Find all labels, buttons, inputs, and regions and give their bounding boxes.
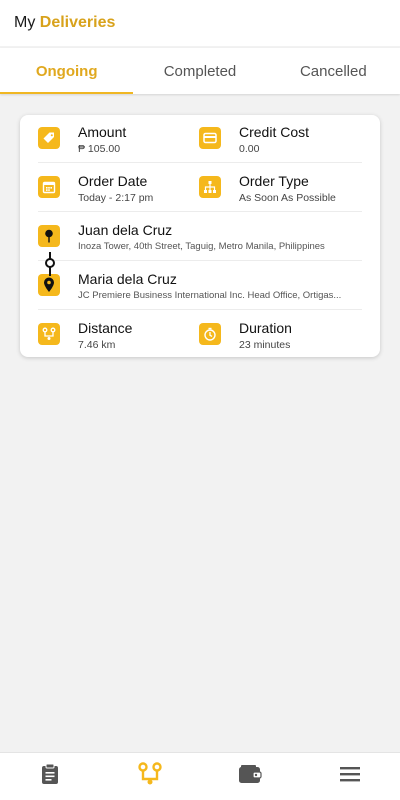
distance-value: 7.46 km [78,339,116,351]
order-date-cell: Order Date Today - 2:17 pm [38,172,198,208]
order-row: Order Date Today - 2:17 pm Order Type As… [38,164,362,212]
nav-wallet[interactable] [200,753,300,800]
dropoff-name: Maria dela Cruz [78,271,177,287]
order-date-value: Today - 2:17 pm [78,192,154,204]
dropoff-pin-icon [38,274,60,296]
amount-row: Amount ₱ 105.00 Credit Cost 0.00 [38,115,362,163]
amount-cell: Amount ₱ 105.00 [38,123,198,159]
price-tag-icon [38,127,60,149]
order-type-label: Order Type [239,173,309,189]
tab-ongoing[interactable]: Ongoing [0,48,134,94]
pickup-row: Juan dela Cruz Inoza Tower, 40th Street,… [38,213,362,261]
tab-cancelled[interactable]: Cancelled [267,48,400,94]
amount-label: Amount [78,124,127,140]
pickup-name: Juan dela Cruz [78,222,173,238]
route-icon [38,323,60,345]
route-icon [138,762,162,791]
delivery-card[interactable]: Amount ₱ 105.00 Credit Cost 0.00 Order D… [20,115,380,357]
nav-menu[interactable] [300,753,400,800]
amount-value: ₱ 105.00 [78,143,121,155]
nav-deliveries[interactable] [100,753,200,800]
credit-card-icon [199,127,221,149]
order-date-label: Order Date [78,173,148,189]
hierarchy-icon [199,176,221,198]
app-header: My Deliveries [0,0,400,46]
order-type-cell: Order Type As Soon As Possible [199,172,359,208]
trip-stats-row: Distance 7.46 km Duration 23 minutes [38,311,362,359]
delivery-status-tabs: Ongoing Completed Cancelled [0,48,400,94]
nav-orders[interactable] [0,753,100,800]
distance-cell: Distance 7.46 km [38,319,198,355]
clipboard-icon [40,763,60,790]
pickup-pin-icon [38,225,60,247]
pickup-address: Inoza Tower, 40th Street, Taguig, Metro … [78,241,325,252]
dropoff-row: Maria dela Cruz JC Premiere Business Int… [38,262,362,310]
tab-completed[interactable]: Completed [133,48,266,94]
calendar-icon [38,176,60,198]
wallet-icon [238,764,262,789]
header-title-accent: Deliveries [39,14,116,31]
bottom-navigation [0,752,400,800]
duration-label: Duration [239,320,292,336]
pickup-cell: Juan dela Cruz Inoza Tower, 40th Street,… [38,221,362,257]
credit-cost-cell: Credit Cost 0.00 [199,123,359,159]
duration-cell: Duration 23 minutes [199,319,359,355]
route-connector-dot [45,258,55,268]
duration-value: 23 minutes [239,339,291,351]
stopwatch-icon [199,323,221,345]
credit-cost-label: Credit Cost [239,124,310,140]
credit-cost-value: 0.00 [239,143,260,155]
dropoff-address: JC Premiere Business International Inc. … [78,290,342,301]
menu-icon [340,766,360,787]
dropoff-cell: Maria dela Cruz JC Premiere Business Int… [38,270,362,306]
header-title-prefix: My [14,14,36,31]
distance-label: Distance [78,320,133,336]
order-type-value: As Soon As Possible [239,192,336,204]
